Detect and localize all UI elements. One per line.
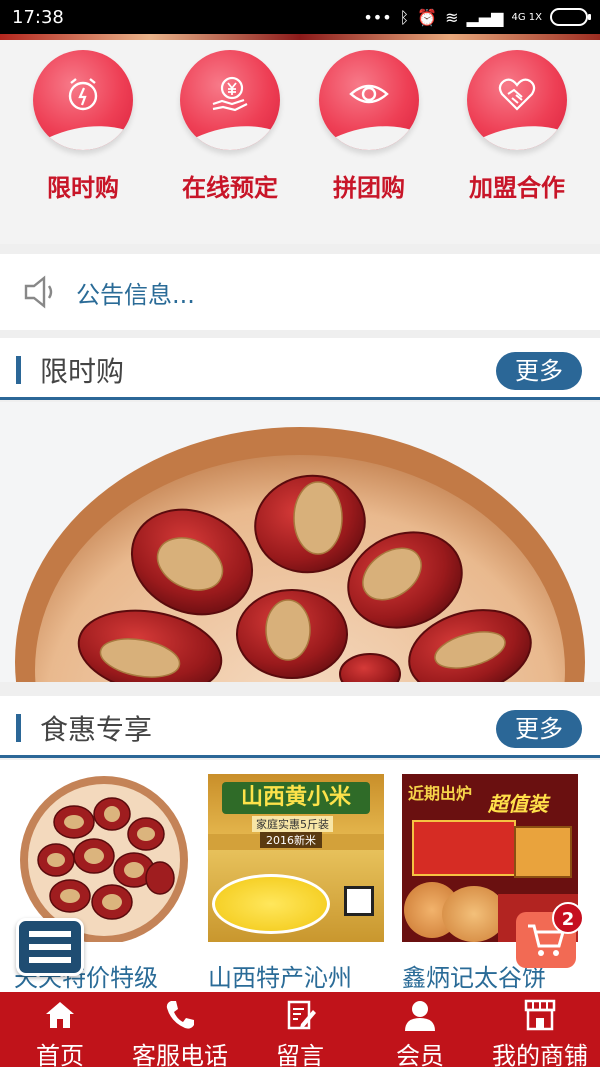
jujube-plate-image bbox=[14, 774, 190, 942]
product-image-year: 2016新米 bbox=[260, 832, 322, 848]
section-header-food-deals: 食惠专享 更多 bbox=[0, 696, 600, 758]
home-icon bbox=[46, 1002, 74, 1028]
status-bar: 17:38 ••• ᛒ ⏰ ≋ ▂▄▆ 4G 1X bbox=[0, 0, 600, 34]
quick-menu-label: 加盟合作 bbox=[469, 174, 565, 202]
user-icon bbox=[405, 1001, 435, 1031]
cart-fab-button[interactable]: 2 bbox=[516, 902, 584, 968]
eye-icon bbox=[349, 84, 389, 104]
quick-menu-flash-sale[interactable]: 限时购 bbox=[8, 50, 158, 203]
menu-fab-button[interactable] bbox=[16, 918, 84, 976]
speaker-icon bbox=[24, 275, 53, 309]
quick-menu-label: 拼团购 bbox=[333, 174, 405, 202]
status-time: 17:38 bbox=[12, 6, 64, 28]
quick-menu-circle bbox=[467, 50, 567, 150]
section-accent-bar bbox=[16, 714, 21, 742]
alarm-icon: ⏰ bbox=[417, 7, 438, 27]
product-image-title: 山西黄小米 bbox=[222, 782, 370, 814]
tab-my-shop[interactable]: 我的商铺 bbox=[480, 992, 600, 1067]
bluetooth-icon: ᛒ bbox=[399, 7, 410, 27]
tab-label: 客服电话 bbox=[132, 1042, 228, 1067]
product-card[interactable]: 山西黄小米 家庭实惠5斤装 2016新米 山西特产沁州 bbox=[208, 774, 388, 993]
quick-menu-circle bbox=[180, 50, 280, 150]
tab-home[interactable]: 首页 bbox=[0, 992, 120, 1067]
tab-customer-service[interactable]: 客服电话 bbox=[120, 992, 240, 1067]
section-title: 限时购 bbox=[40, 355, 125, 388]
quick-menu-circle bbox=[319, 50, 419, 150]
section-accent-bar bbox=[16, 356, 21, 384]
bottom-tab-bar: 首页 客服电话 留言 会员 我的商铺 bbox=[0, 992, 600, 1067]
jujube-walnut-plate-image bbox=[0, 402, 600, 682]
gift-box-gold bbox=[514, 826, 572, 878]
handshake-heart-icon bbox=[498, 78, 536, 111]
quick-menu-label: 限时购 bbox=[47, 174, 119, 202]
pastry-image bbox=[442, 886, 506, 942]
product-image: 山西黄小米 家庭实惠5斤装 2016新米 bbox=[208, 774, 384, 942]
more-dots-icon: ••• bbox=[363, 7, 392, 27]
yen-hand-icon bbox=[212, 76, 248, 112]
tab-label: 会员 bbox=[396, 1042, 444, 1067]
tab-member[interactable]: 会员 bbox=[360, 992, 480, 1067]
tab-message[interactable]: 留言 bbox=[240, 992, 360, 1067]
product-image-subtitle: 家庭实惠5斤装 bbox=[252, 816, 333, 832]
network-type: 4G 1X bbox=[511, 11, 542, 23]
tab-label: 我的商铺 bbox=[492, 1042, 588, 1067]
tab-label: 首页 bbox=[36, 1042, 84, 1067]
quick-menu-label: 在线预定 bbox=[182, 174, 278, 202]
product-name: 山西特产沁州 bbox=[208, 964, 352, 992]
signal-icon: ▂▄▆ bbox=[466, 7, 504, 27]
featured-product-image[interactable] bbox=[0, 402, 600, 682]
quick-menu-circle bbox=[33, 50, 133, 150]
notice-text: 公告信息... bbox=[76, 280, 195, 309]
product-image-subtitle: 超值装 bbox=[488, 792, 548, 816]
quick-menu: 限时购 在线预定 拼团购 加盟合作 bbox=[0, 40, 600, 244]
quick-menu-group-buy[interactable]: 拼团购 bbox=[294, 50, 444, 203]
phone-icon bbox=[166, 1001, 194, 1029]
cart-count-badge: 2 bbox=[552, 902, 584, 934]
product-image bbox=[14, 774, 190, 942]
qr-code-icon bbox=[344, 886, 374, 916]
tab-label: 留言 bbox=[276, 1042, 324, 1067]
section-header-flash-sale: 限时购 更多 bbox=[0, 338, 600, 400]
product-image-title: 近期出炉 bbox=[408, 784, 473, 803]
more-button[interactable]: 更多 bbox=[496, 352, 582, 390]
edit-note-icon bbox=[287, 1000, 316, 1030]
gift-box-red bbox=[412, 820, 516, 876]
status-icons: ••• ᛒ ⏰ ≋ ▂▄▆ 4G 1X bbox=[363, 7, 591, 27]
notice-bar[interactable]: 公告信息... bbox=[0, 254, 600, 330]
millet-bowl bbox=[212, 874, 330, 934]
quick-menu-franchise[interactable]: 加盟合作 bbox=[442, 50, 592, 203]
wifi-icon: ≋ bbox=[445, 7, 459, 27]
list-icon bbox=[29, 931, 71, 937]
quick-menu-online-booking[interactable]: 在线预定 bbox=[155, 50, 305, 203]
alarm-clock-icon bbox=[68, 78, 98, 111]
more-button[interactable]: 更多 bbox=[496, 710, 582, 748]
product-list: 天天特价特级 山西黄小米 家庭实惠5斤装 2016新米 山西特产沁州 近期出炉 … bbox=[0, 760, 600, 992]
shop-icon bbox=[524, 999, 556, 1031]
section-title: 食惠专享 bbox=[40, 713, 153, 746]
battery-icon bbox=[550, 8, 591, 26]
